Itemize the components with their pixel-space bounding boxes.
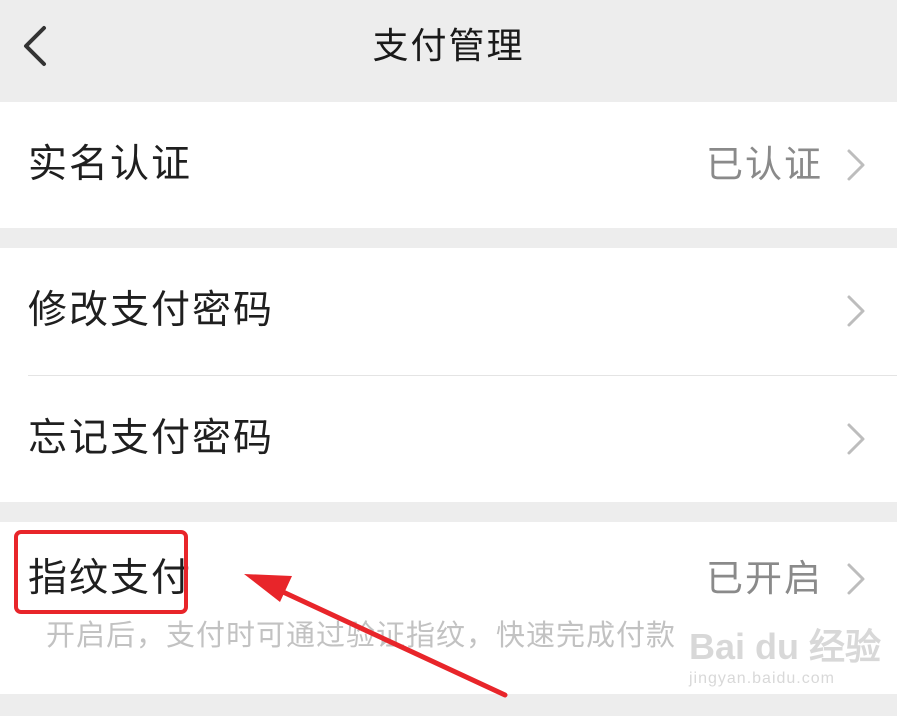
chevron-right-icon: [847, 295, 865, 327]
chevron-right-icon: [847, 563, 865, 595]
row-status-value: 已认证: [706, 143, 823, 186]
row-label: 修改支付密码: [28, 288, 275, 333]
row-label: 忘记支付密码: [28, 416, 275, 461]
forgot-payment-password-row[interactable]: 忘记支付密码: [0, 376, 897, 502]
back-button[interactable]: [14, 18, 58, 74]
highlight-box-annotation: [14, 530, 188, 614]
real-name-verification-row[interactable]: 实名认证 已认证: [0, 102, 897, 228]
settings-group-identity: 实名认证 已认证: [0, 102, 897, 228]
settings-group-password: 修改支付密码 忘记支付密码: [0, 248, 897, 502]
chevron-left-icon: [24, 26, 46, 66]
fingerprint-hint-text: 开启后，支付时可通过验证指纹，快速完成付款: [46, 618, 677, 652]
row-status-value: 已开启: [706, 557, 823, 600]
navigation-bar: 支付管理: [0, 0, 897, 98]
chevron-right-icon: [847, 423, 865, 455]
row-label: 实名认证: [28, 142, 193, 187]
change-payment-password-row[interactable]: 修改支付密码: [0, 248, 897, 374]
payment-management-screen: 支付管理 实名认证 已认证 修改支付密码 忘记支付密码 指纹支付 已开启 开启后…: [0, 0, 897, 716]
chevron-right-icon: [847, 149, 865, 181]
page-title: 支付管理: [372, 26, 525, 67]
